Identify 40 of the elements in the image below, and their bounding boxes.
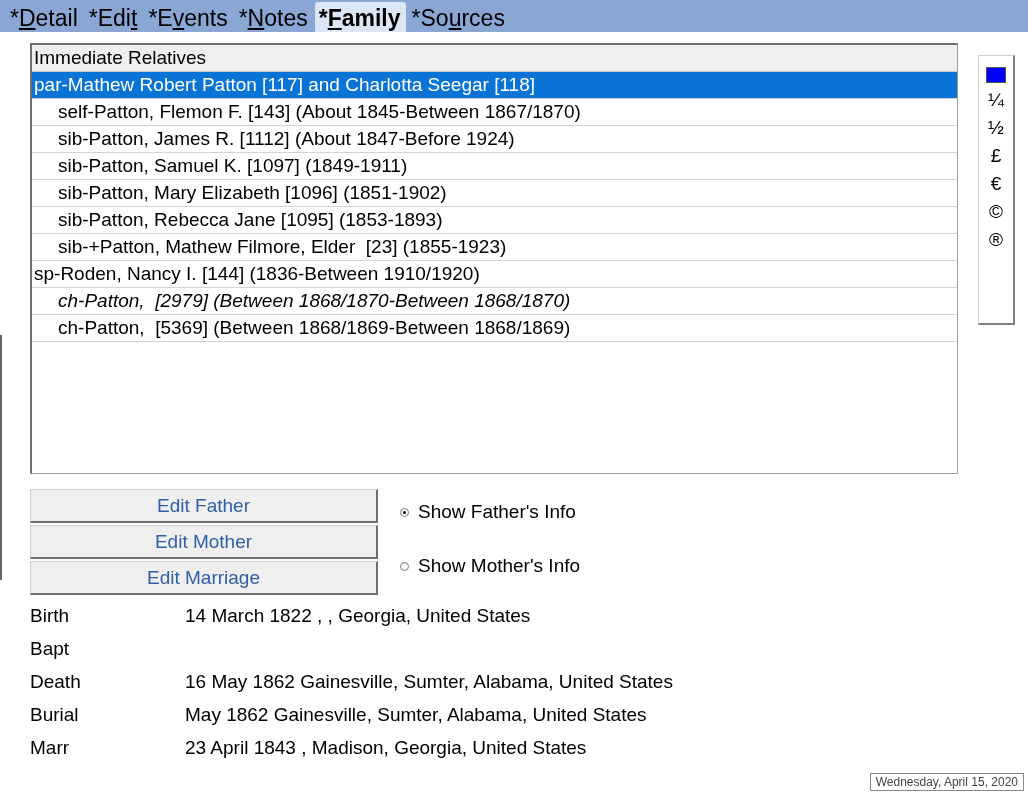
tab[interactable]: *Sources [407,2,510,32]
list-header: Immediate Relatives [32,45,957,72]
list-row[interactable]: sib-Patton, Rebecca Jane [1095] (1853-1893) [32,207,957,234]
list-row[interactable]: sp-Roden, Nancy I. [144] (1836-Between 1910/1920) [32,261,957,288]
edit-button[interactable]: Edit Mother [30,525,378,559]
edit-button[interactable]: Edit Father [30,489,378,523]
symbol-character[interactable]: € [990,172,1002,195]
event-value: 16 May 1862 Gainesville, Sumter, Alabama, United States [185,670,673,693]
list-row[interactable]: sib-+Patton, Mathew Filmore, Elder [23] (1855-1923) [32,234,957,261]
symbol-character[interactable]: ® [989,228,1003,251]
list-row[interactable]: ch-Patton, [2979] (Between 1868/1870-Between 1868/1870) [32,288,957,315]
list-row[interactable]: sib-Patton, Mary Elizabeth [1096] (1851-1902) [32,180,957,207]
symbol-character[interactable]: £ [990,144,1002,167]
relatives-list[interactable] [30,43,958,474]
radio-label[interactable]: Show Father's Info [418,501,576,523]
event-value: May 1862 Gainesville, Sumter, Alabama, United States [185,703,647,726]
date-display: Wednesday, April 15, 2020 [869,773,1024,791]
event-label: Death [30,670,82,693]
event-value: 23 April 1843 , Madison, Georgia, United States [185,736,587,759]
list-row[interactable]: ch-Patton, [5369] (Between 1868/1869-Between 1868/1869) [32,315,957,342]
event-label: Birth [30,604,71,627]
symbol-character[interactable]: ½ [988,116,1004,139]
event-value: 14 March 1822 , , Georgia, United States [185,604,531,627]
color-swatch[interactable] [986,67,1006,83]
edit-button[interactable]: Edit Marriage [30,561,378,595]
tab[interactable]: *Notes [234,2,313,32]
event-label: Marr [30,736,71,759]
tab[interactable]: *Family [314,2,406,32]
list-row[interactable]: par-Mathew Robert Patton [117] and Charlotta Seegar [118] [32,72,957,99]
radio-label[interactable]: Show Mother's Info [418,555,581,577]
event-label: Bapt [30,637,71,660]
tab[interactable]: *Edit [84,2,143,32]
tab[interactable]: *Events [144,2,233,32]
event-label: Burial [30,703,80,726]
list-row[interactable]: self-Patton, Flemon F. [143] (About 1845-Between 1867/1870) [32,99,957,126]
symbol-character[interactable]: © [989,200,1003,223]
tab[interactable]: *Detail [6,2,83,32]
symbol-character[interactable]: ¼ [988,88,1004,111]
list-row[interactable]: sib-Patton, Samuel K. [1097] (1849-1911) [32,153,957,180]
list-row[interactable]: sib-Patton, James R. [1112] (About 1847-Before 1924) [32,126,957,153]
